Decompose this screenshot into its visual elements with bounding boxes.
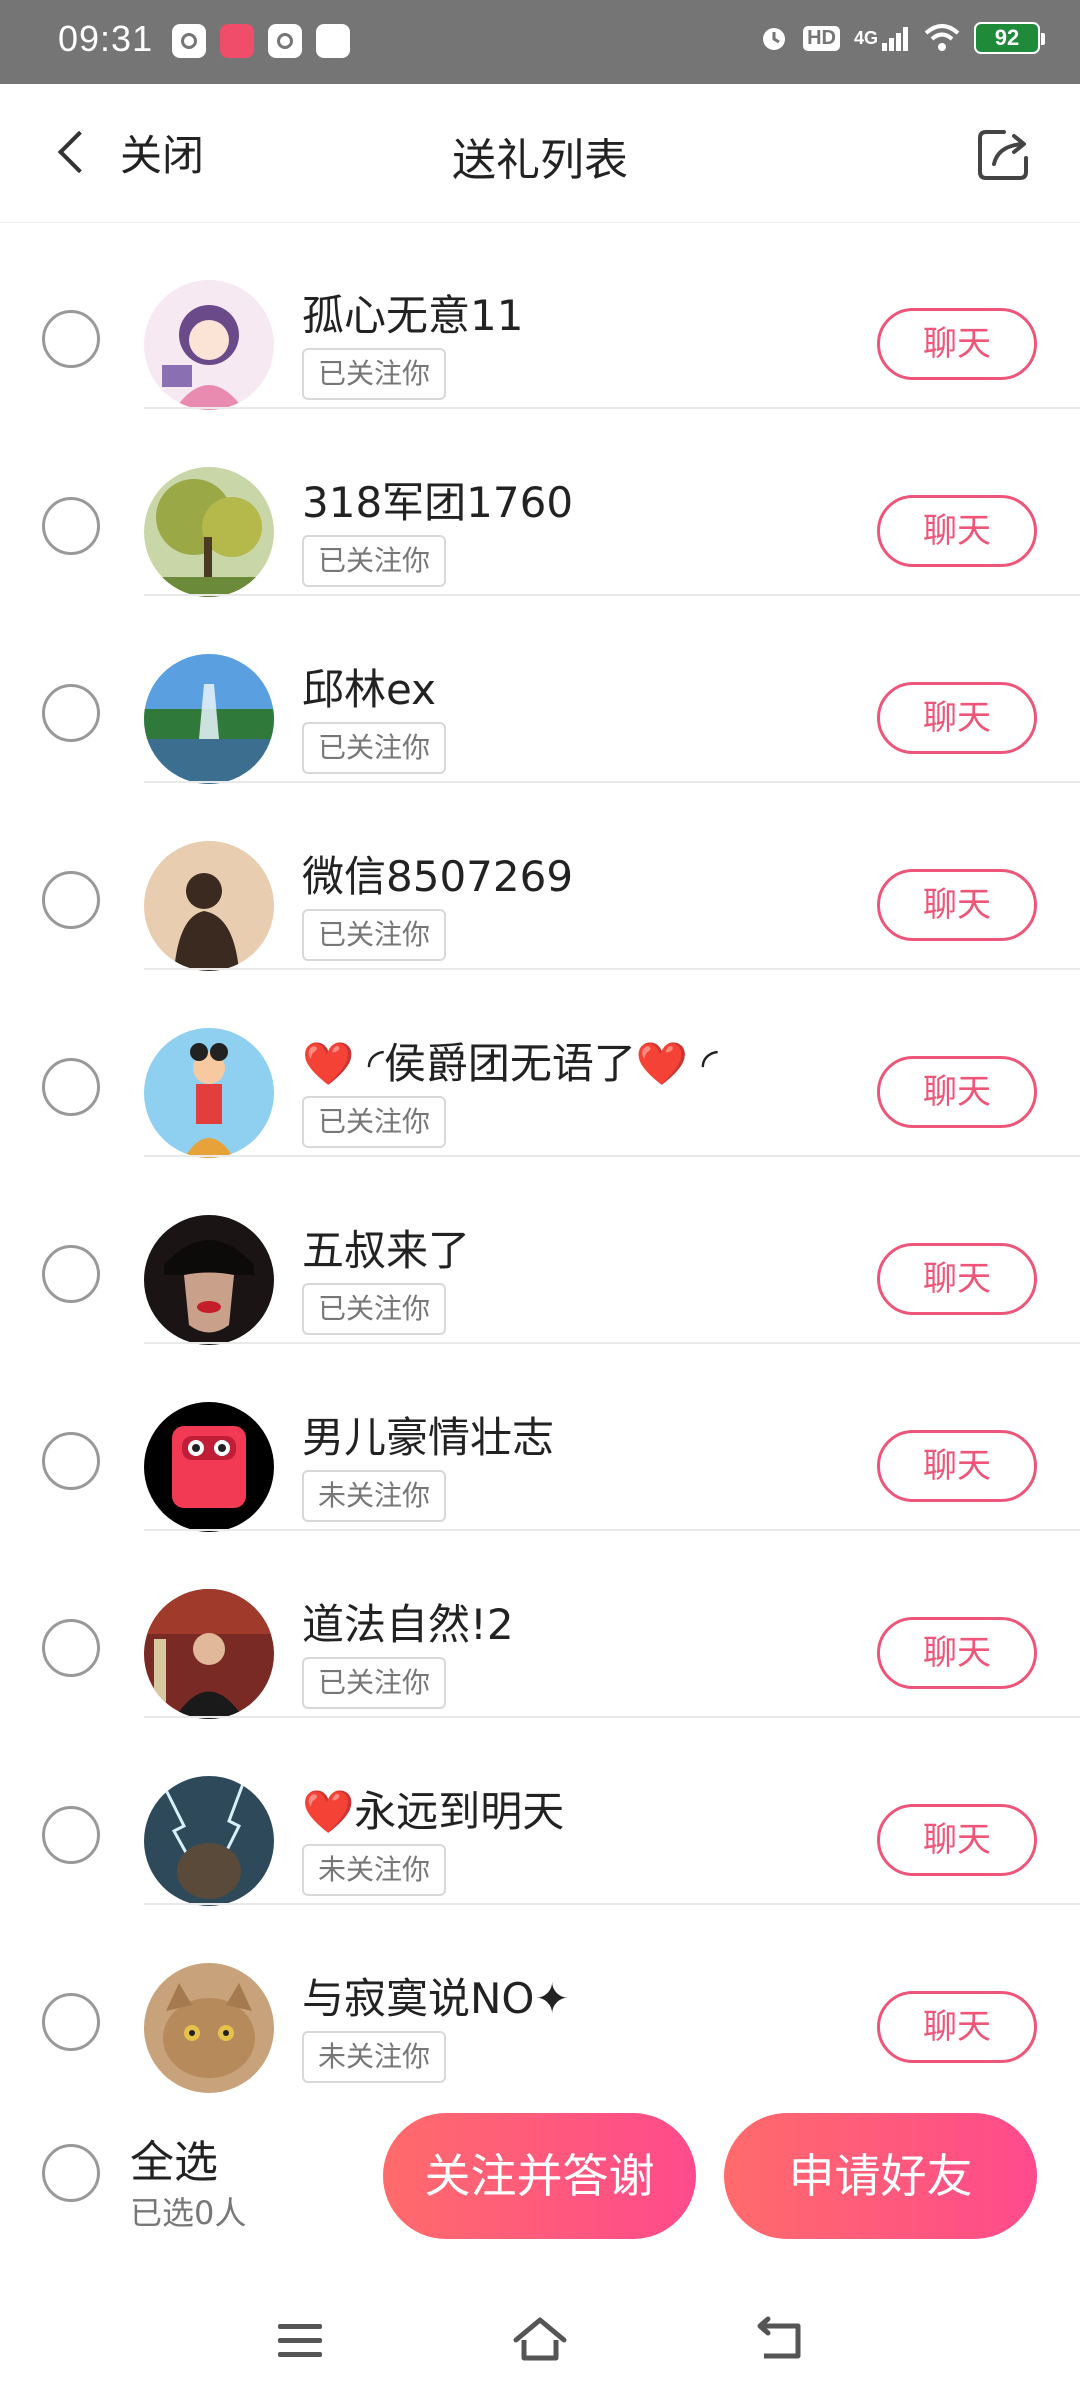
user-name[interactable]: 男儿豪情壮志 [302, 1404, 554, 1465]
chat-button[interactable]: 聊天 [877, 1056, 1037, 1128]
chat-button[interactable]: 聊天 [877, 869, 1037, 941]
status-bar: 09:31 HD 4G 92 [0, 0, 1080, 84]
follow-status-badge: 已关注你 [302, 909, 447, 961]
select-radio[interactable] [42, 1806, 100, 1864]
avatar[interactable] [144, 1402, 274, 1532]
select-all-radio[interactable] [42, 2144, 100, 2202]
chat-button[interactable]: 聊天 [877, 1430, 1037, 1502]
bottom-action-bar: 全选 已选0人 关注并答谢 申请好友 [0, 2100, 1080, 2270]
user-name[interactable]: ❤️永远到明天 [302, 1778, 564, 1839]
select-radio[interactable] [42, 1619, 100, 1677]
user-name[interactable]: 微信8507269 [302, 843, 573, 904]
avatar[interactable] [144, 467, 274, 597]
list-item: ❤️永远到明天 未关注你 聊天 [0, 1718, 1080, 1906]
chat-button[interactable]: 聊天 [877, 495, 1037, 567]
menu-icon[interactable] [270, 2310, 330, 2370]
user-name[interactable]: 孤心无意11 [302, 282, 523, 343]
user-name[interactable]: 五叔来了 [302, 1217, 470, 1278]
chat-button[interactable]: 聊天 [877, 308, 1037, 380]
select-radio[interactable] [42, 497, 100, 555]
user-name[interactable]: ❤️ ◜侯爵团无语了❤️ ◜ [302, 1030, 718, 1091]
avatar[interactable] [144, 280, 274, 410]
system-nav-bar [0, 2270, 1080, 2408]
follow-status-badge: 已关注你 [302, 1096, 447, 1148]
list-item: 男儿豪情壮志 未关注你 聊天 [0, 1344, 1080, 1532]
avatar[interactable] [144, 654, 274, 784]
list-item: 微信8507269 已关注你 聊天 [0, 783, 1080, 971]
select-radio[interactable] [42, 1432, 100, 1490]
list-item: 邱林ex 已关注你 聊天 [0, 596, 1080, 784]
select-radio[interactable] [42, 684, 100, 742]
follow-status-badge: 已关注你 [302, 348, 447, 400]
follow-status-badge: 已关注你 [302, 1283, 447, 1335]
list-item: 318军团1760 已关注你 聊天 [0, 409, 1080, 597]
notification-icons [172, 24, 350, 58]
share-icon [978, 130, 1028, 180]
follow-status-badge: 已关注你 [302, 722, 447, 774]
chat-button[interactable]: 聊天 [877, 1617, 1037, 1689]
follow-status-badge: 未关注你 [302, 1844, 447, 1896]
home-icon[interactable] [510, 2310, 570, 2370]
follow-status-badge: 已关注你 [302, 1657, 447, 1709]
avatar[interactable] [144, 1028, 274, 1158]
list-item: ❤️ ◜侯爵团无语了❤️ ◜ 已关注你 聊天 [0, 970, 1080, 1158]
list-item: 道法自然!2 已关注你 聊天 [0, 1531, 1080, 1719]
shopping-app-icon [220, 24, 254, 58]
avatar[interactable] [144, 1963, 274, 2093]
avatar[interactable] [144, 841, 274, 971]
select-radio[interactable] [42, 1245, 100, 1303]
status-time: 09:31 [58, 18, 154, 59]
alarm-icon [759, 20, 789, 56]
signal-icon: 4G [854, 20, 910, 56]
user-name[interactable]: 318军团1760 [302, 469, 573, 530]
chat-button[interactable]: 聊天 [877, 1991, 1037, 2063]
select-radio[interactable] [42, 1058, 100, 1116]
user-name[interactable]: 邱林ex [302, 656, 436, 717]
share-button[interactable] [974, 124, 1034, 184]
avatar[interactable] [144, 1215, 274, 1345]
link-app-icon [268, 24, 302, 58]
select-radio[interactable] [42, 310, 100, 368]
news-app-icon [316, 24, 350, 58]
list-item: 孤心无意11 已关注你 聊天 [0, 222, 1080, 410]
list-item: 与寂寞说NO✦ 未关注你 聊天 [0, 1905, 1080, 2093]
select-all-label[interactable]: 全选 [130, 2126, 218, 2190]
battery-icon: 92 [974, 22, 1045, 54]
gift-sender-list: 孤心无意11 已关注你 聊天 318军团1760 已关注你 聊天 邱林ex 已关… [0, 222, 1080, 2093]
chat-button[interactable]: 聊天 [877, 1243, 1037, 1315]
chat-button[interactable]: 聊天 [877, 1804, 1037, 1876]
avatar[interactable] [144, 1589, 274, 1719]
follow-and-thank-button[interactable]: 关注并答谢 [383, 2113, 696, 2239]
follow-status-badge: 已关注你 [302, 535, 447, 587]
select-radio[interactable] [42, 1993, 100, 2051]
follow-status-badge: 未关注你 [302, 2031, 447, 2083]
add-friend-button[interactable]: 申请好友 [724, 2113, 1037, 2239]
follow-status-badge: 未关注你 [302, 1470, 447, 1522]
system-status: HD 4G 92 [759, 20, 1045, 56]
hd-icon: HD [803, 20, 840, 56]
header: 关闭 送礼列表 [0, 84, 1080, 223]
video-app-icon [172, 24, 206, 58]
back-icon[interactable] [750, 2310, 810, 2370]
select-radio[interactable] [42, 871, 100, 929]
avatar[interactable] [144, 1776, 274, 1906]
selected-count: 已选0人 [130, 2194, 247, 2232]
chat-button[interactable]: 聊天 [877, 682, 1037, 754]
user-name[interactable]: 与寂寞说NO✦ [302, 1965, 570, 2026]
list-item: 五叔来了 已关注你 聊天 [0, 1157, 1080, 1345]
user-name[interactable]: 道法自然!2 [302, 1591, 514, 1652]
page-title: 送礼列表 [452, 135, 628, 186]
wifi-icon [924, 20, 960, 56]
